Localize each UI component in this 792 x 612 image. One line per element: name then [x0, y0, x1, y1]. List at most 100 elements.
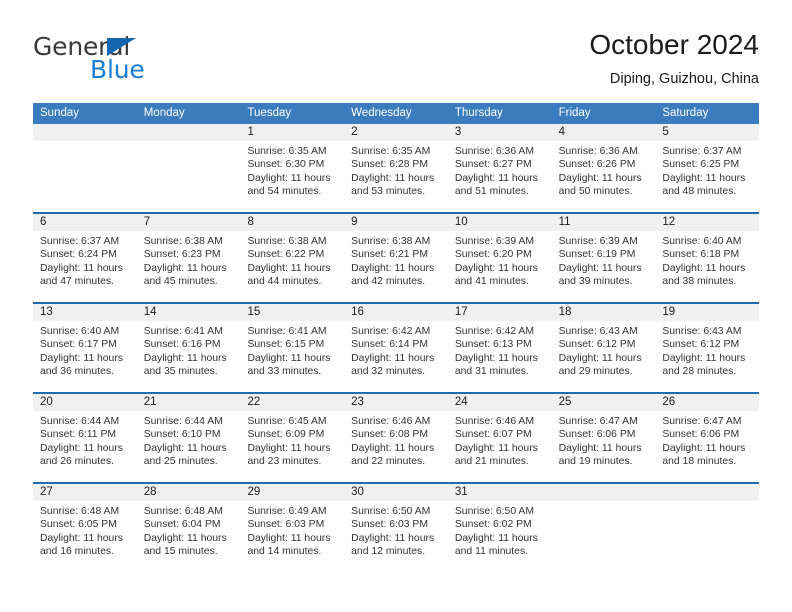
day-info-line: Sunrise: 6:36 AM: [558, 146, 638, 157]
weekday-header-thursday: Thursday: [454, 107, 503, 119]
calendar-day-cell[interactable]: 13 Sunrise: 6:40 AM Sunset: 6:17 PM Dayligh…: [33, 304, 137, 392]
day-sun-info: Sunrise: 6:36 AM Sunset: 6:26 PM Daylight:…: [552, 141, 656, 199]
calendar-day-cell[interactable]: 5 Sunrise: 6:37 AM Sunset: 6:25 PM Daylight…: [655, 124, 760, 212]
calendar-day-cell[interactable]: 12 Sunrise: 6:40 AM Sunset: 6:18 PM Dayligh…: [655, 214, 760, 302]
day-info-line: Sunset: 6:03 PM: [351, 519, 428, 531]
day-sun-info: Sunrise: 6:35 AM Sunset: 6:28 PM Daylight:…: [344, 141, 448, 199]
calendar-day-cell[interactable]: 24 Sunrise: 6:46 AM Sunset: 6:07 PM Dayligh…: [447, 394, 552, 482]
page-header: General Blue October 2024 Diping, Guizho…: [33, 28, 759, 100]
day-number: 21: [136, 394, 241, 411]
weekday-header-sunday: Sunday: [40, 107, 80, 119]
day-number: 26: [655, 394, 760, 411]
calendar-day-cell[interactable]: 15 Sunrise: 6:41 AM Sunset: 6:15 PM Dayligh…: [240, 304, 345, 392]
day-info-line: Daylight: 11 hours: [662, 172, 746, 184]
day-info-line: Daylight: 11 hours: [454, 532, 538, 544]
calendar-day-cell[interactable]: 22 Sunrise: 6:45 AM Sunset: 6:09 PM Dayligh…: [240, 394, 345, 482]
calendar-week-row: 20 Sunrise: 6:44 AM Sunset: 6:11 PM Dayligh…: [33, 392, 760, 482]
day-number: [655, 484, 760, 501]
weekday-header-row: Sunday Monday Tuesday Wednesday Thursday Frid…: [33, 103, 759, 124]
day-info-line: and 35 minutes.: [143, 366, 218, 378]
calendar-day-cell-empty: [655, 484, 760, 572]
day-number: 31: [447, 484, 552, 501]
day-info-line: Sunset: 6:14 PM: [351, 339, 428, 351]
day-number: 12: [655, 214, 760, 231]
calendar-week-row: 27 Sunrise: 6:48 AM Sunset: 6:05 PM Dayligh…: [33, 482, 760, 572]
calendar-day-cell[interactable]: 4 Sunrise: 6:36 AM Sunset: 6:26 PM Daylight…: [551, 124, 656, 212]
day-info-line: Sunrise: 6:41 AM: [247, 326, 327, 337]
calendar-day-cell[interactable]: 16 Sunrise: 6:42 AM Sunset: 6:14 PM Dayligh…: [344, 304, 448, 392]
calendar-day-cell[interactable]: 18 Sunrise: 6:43 AM Sunset: 6:12 PM Dayligh…: [551, 304, 656, 392]
calendar-day-cell[interactable]: 31 Sunrise: 6:50 AM Sunset: 6:02 PM Dayligh…: [447, 484, 552, 572]
day-info-line: and 23 minutes.: [247, 456, 322, 468]
day-info-line: Daylight: 11 hours: [40, 352, 123, 364]
day-info-line: Sunrise: 6:42 AM: [454, 326, 535, 337]
calendar-day-cell[interactable]: 6 Sunrise: 6:37 AM Sunset: 6:24 PM Daylight…: [33, 214, 137, 302]
calendar-day-cell[interactable]: 3 Sunrise: 6:36 AM Sunset: 6:27 PM Daylight…: [447, 124, 552, 212]
day-info-line: Sunset: 6:27 PM: [454, 159, 532, 171]
calendar-day-cell[interactable]: 26 Sunrise: 6:47 AM Sunset: 6:06 PM Dayligh…: [655, 394, 760, 482]
day-sun-info: Sunrise: 6:35 AM Sunset: 6:30 PM Daylight:…: [240, 141, 344, 199]
day-sun-info: Sunrise: 6:46 AM Sunset: 6:08 PM Daylight:…: [344, 411, 448, 469]
calendar-day-cell[interactable]: 25 Sunrise: 6:47 AM Sunset: 6:06 PM Dayligh…: [551, 394, 656, 482]
day-info-line: Sunrise: 6:37 AM: [40, 236, 120, 247]
general-blue-logo[interactable]: General Blue: [33, 32, 223, 90]
day-number: 25: [551, 394, 656, 411]
calendar-day-cell[interactable]: 20 Sunrise: 6:44 AM Sunset: 6:11 PM Dayligh…: [33, 394, 137, 482]
weekday-header-saturday: Saturday: [662, 107, 709, 119]
day-info-line: Sunrise: 6:48 AM: [143, 506, 223, 517]
calendar-day-cell[interactable]: 23 Sunrise: 6:46 AM Sunset: 6:08 PM Dayligh…: [344, 394, 448, 482]
day-number: 30: [344, 484, 448, 501]
calendar-day-cell[interactable]: 19 Sunrise: 6:43 AM Sunset: 6:12 PM Dayligh…: [655, 304, 760, 392]
calendar-day-cell[interactable]: 2 Sunrise: 6:35 AM Sunset: 6:28 PM Daylight…: [344, 124, 448, 212]
day-info-line: Daylight: 11 hours: [454, 442, 538, 454]
calendar-day-cell[interactable]: 10 Sunrise: 6:39 AM Sunset: 6:20 PM Dayligh…: [447, 214, 552, 302]
calendar-day-cell[interactable]: 21 Sunrise: 6:44 AM Sunset: 6:10 PM Dayligh…: [136, 394, 241, 482]
day-sun-info: [552, 501, 656, 505]
weekday-header-wednesday: Wednesday: [351, 107, 412, 119]
day-sun-info: Sunrise: 6:46 AM Sunset: 6:07 PM Daylight:…: [448, 411, 552, 469]
day-info-line: Daylight: 11 hours: [351, 172, 435, 184]
day-number: 13: [33, 304, 137, 321]
day-sun-info: Sunrise: 6:39 AM Sunset: 6:20 PM Daylight:…: [448, 231, 552, 289]
calendar-day-cell[interactable]: 17 Sunrise: 6:42 AM Sunset: 6:13 PM Dayligh…: [447, 304, 552, 392]
day-info-line: and 45 minutes.: [143, 276, 218, 288]
calendar-day-cell[interactable]: 11 Sunrise: 6:39 AM Sunset: 6:19 PM Dayligh…: [551, 214, 656, 302]
calendar-day-cell[interactable]: 9 Sunrise: 6:38 AM Sunset: 6:21 PM Daylight…: [344, 214, 448, 302]
day-info-line: Sunrise: 6:35 AM: [351, 146, 431, 157]
day-sun-info: Sunrise: 6:44 AM Sunset: 6:11 PM Daylight:…: [33, 411, 137, 469]
day-info-line: Sunrise: 6:38 AM: [143, 236, 223, 247]
day-info-line: and 14 minutes.: [247, 546, 322, 558]
calendar-day-cell[interactable]: 8 Sunrise: 6:38 AM Sunset: 6:22 PM Daylight…: [240, 214, 345, 302]
day-info-line: Sunset: 6:12 PM: [558, 339, 636, 351]
day-info-line: Daylight: 11 hours: [143, 352, 227, 364]
day-sun-info: Sunrise: 6:41 AM Sunset: 6:16 PM Daylight:…: [137, 321, 241, 379]
day-info-line: Daylight: 11 hours: [40, 442, 123, 454]
day-info-line: and 38 minutes.: [662, 276, 737, 288]
day-info-line: Daylight: 11 hours: [40, 532, 123, 544]
title-block: October 2024 Diping, Guizhou, China: [589, 28, 759, 90]
day-info-line: Daylight: 11 hours: [558, 352, 642, 364]
day-info-line: and 16 minutes.: [40, 546, 114, 558]
calendar-day-cell[interactable]: 7 Sunrise: 6:38 AM Sunset: 6:23 PM Daylight…: [136, 214, 241, 302]
calendar-day-cell[interactable]: 30 Sunrise: 6:50 AM Sunset: 6:03 PM Dayligh…: [344, 484, 448, 572]
calendar-day-cell[interactable]: 27 Sunrise: 6:48 AM Sunset: 6:05 PM Dayligh…: [33, 484, 137, 572]
day-info-line: Sunrise: 6:45 AM: [247, 416, 327, 427]
day-sun-info: [137, 141, 241, 145]
calendar-day-cell[interactable]: 1 Sunrise: 6:35 AM Sunset: 6:30 PM Daylight…: [240, 124, 345, 212]
calendar-day-cell[interactable]: 29 Sunrise: 6:49 AM Sunset: 6:03 PM Dayligh…: [240, 484, 345, 572]
day-info-line: and 51 minutes.: [454, 186, 529, 198]
day-sun-info: Sunrise: 6:48 AM Sunset: 6:04 PM Daylight:…: [137, 501, 241, 559]
day-info-line: Sunset: 6:30 PM: [247, 159, 325, 171]
day-sun-info: Sunrise: 6:48 AM Sunset: 6:05 PM Daylight:…: [33, 501, 137, 559]
calendar-day-cell[interactable]: 14 Sunrise: 6:41 AM Sunset: 6:16 PM Dayligh…: [136, 304, 241, 392]
day-info-line: Sunrise: 6:44 AM: [143, 416, 223, 427]
day-sun-info: Sunrise: 6:37 AM Sunset: 6:25 PM Daylight:…: [655, 141, 759, 199]
day-info-line: Sunrise: 6:40 AM: [662, 236, 742, 247]
day-number: 11: [551, 214, 656, 231]
day-info-line: Sunset: 6:04 PM: [143, 519, 221, 531]
day-info-line: Daylight: 11 hours: [143, 262, 227, 274]
day-info-line: Sunset: 6:18 PM: [662, 249, 740, 261]
day-info-line: Sunset: 6:09 PM: [247, 429, 325, 441]
weekday-header-tuesday: Tuesday: [247, 107, 292, 119]
calendar-day-cell[interactable]: 28 Sunrise: 6:48 AM Sunset: 6:04 PM Dayligh…: [136, 484, 241, 572]
